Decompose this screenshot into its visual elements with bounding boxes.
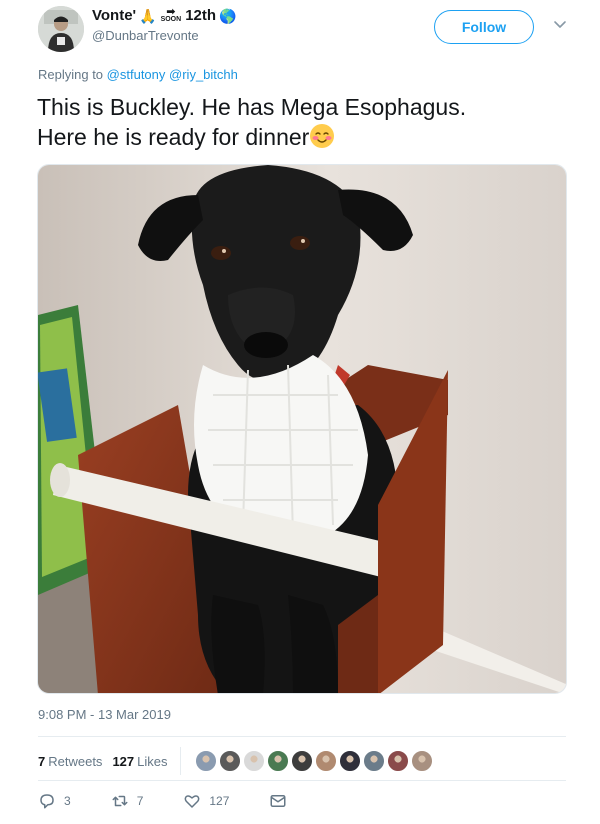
- display-name-prefix: Vonte': [92, 7, 137, 24]
- reply-count: 3: [64, 794, 71, 808]
- dog-photo-image: [38, 165, 566, 693]
- tweet-text: This is Buckley. He has Mega Esophagus. …: [37, 92, 567, 152]
- liker-avatar[interactable]: [338, 750, 361, 772]
- tweet-timestamp[interactable]: 9:08 PM - 13 Mar 2019: [38, 707, 171, 722]
- like-count: 127: [209, 794, 230, 808]
- tweet-text-line: This is Buckley. He has Mega Esophagus.: [37, 94, 467, 120]
- liker-avatar[interactable]: [194, 750, 217, 772]
- soon-arrow-icon: ➡ SOON: [160, 5, 182, 24]
- liker-avatar[interactable]: [362, 750, 385, 772]
- envelope-icon: [270, 795, 286, 807]
- engagement-stats: 7 Retweets 127 Likes: [38, 747, 435, 775]
- reply-icon: [40, 794, 54, 809]
- retweet-button[interactable]: 7: [111, 792, 144, 810]
- likes-stat[interactable]: 127 Likes: [112, 754, 167, 769]
- globe-emoji-icon: 🌎: [219, 7, 237, 24]
- liker-avatar[interactable]: [242, 750, 265, 772]
- liker-avatar[interactable]: [290, 750, 313, 772]
- tweet-text-line-2: Here he is ready for dinner: [37, 122, 567, 152]
- display-name-suffix: 12th: [185, 7, 217, 24]
- follow-button[interactable]: Follow: [434, 10, 534, 44]
- mention-link[interactable]: @riy_bitchh: [169, 67, 238, 82]
- pray-emoji-icon: 🙏: [139, 7, 157, 24]
- mention-link[interactable]: @stfutony: [107, 67, 166, 82]
- blushing-emoji-icon: [309, 123, 335, 149]
- avatar[interactable]: [38, 6, 84, 52]
- avatar-photo: [38, 6, 84, 52]
- divider: [38, 780, 566, 781]
- chevron-down-icon[interactable]: [552, 16, 568, 32]
- liker-avatars: [194, 750, 435, 772]
- tweet-header: Vonte' 🙏 ➡ SOON 12th 🌎 @DunbarTrevonte F…: [38, 6, 578, 56]
- display-name[interactable]: Vonte' 🙏 ➡ SOON 12th 🌎: [92, 5, 237, 24]
- liker-avatar[interactable]: [410, 750, 433, 772]
- divider: [38, 736, 566, 737]
- user-handle[interactable]: @DunbarTrevonte: [92, 28, 199, 43]
- retweet-count: 7: [136, 794, 144, 808]
- direct-message-button[interactable]: [269, 792, 295, 810]
- like-button[interactable]: 127: [183, 792, 229, 810]
- replying-to: Replying to @stfutony @riy_bitchh: [38, 67, 238, 82]
- liker-avatar[interactable]: [218, 750, 241, 772]
- divider: [179, 747, 181, 775]
- tweet-photo[interactable]: [37, 164, 567, 694]
- reply-button[interactable]: 3: [38, 792, 71, 810]
- heart-icon: [184, 795, 200, 808]
- liker-avatar[interactable]: [386, 750, 409, 772]
- liker-avatar[interactable]: [314, 750, 337, 772]
- liker-avatar[interactable]: [266, 750, 289, 772]
- retweet-icon: [112, 795, 128, 807]
- tweet-actions: 3 7 127: [38, 792, 335, 810]
- retweets-stat[interactable]: 7 Retweets: [38, 754, 102, 769]
